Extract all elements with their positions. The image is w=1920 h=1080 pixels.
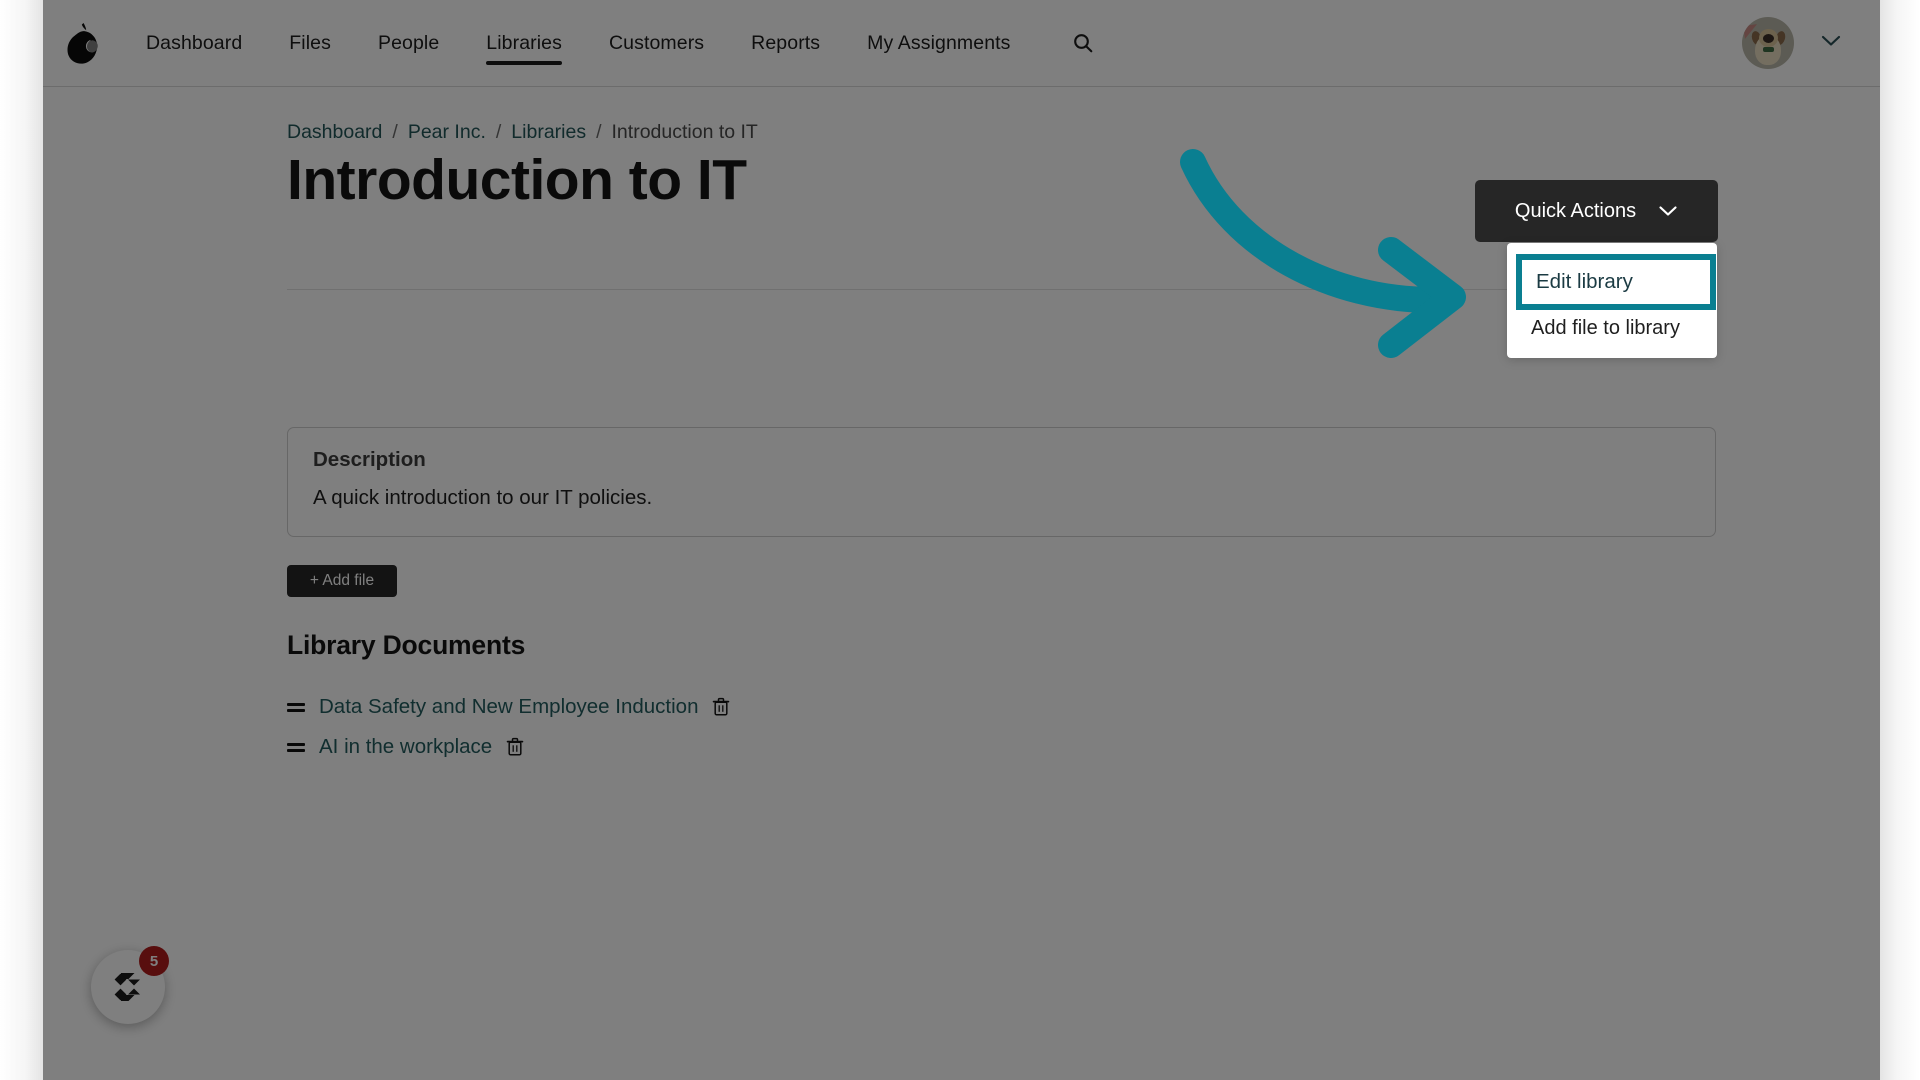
quick-actions-label: Quick Actions [1514, 199, 1637, 222]
avatar[interactable] [1742, 17, 1794, 69]
chat-logo-icon [114, 973, 140, 1001]
page-title: Introduction to IT [287, 148, 747, 212]
add-file-button[interactable]: + Add file [287, 565, 397, 597]
user-account-area [1742, 17, 1842, 69]
nav-label: My Assignments [867, 31, 1011, 54]
nav-label: Customers [608, 31, 705, 54]
highlight-label: Edit library [1536, 270, 1633, 293]
description-text: A quick introduction to our IT policies. [313, 486, 653, 509]
application-viewport: Dashboard Files People Libraries Custome… [43, 0, 1880, 1080]
chat-unread-badge: 5 [139, 946, 169, 976]
drag-handle-icon[interactable] [287, 700, 305, 714]
breadcrumb-separator: / [392, 121, 398, 143]
nav-item-my-assignments[interactable]: My Assignments [867, 0, 1010, 87]
drag-handle-icon[interactable] [287, 740, 305, 754]
top-navigation-bar: Dashboard Files People Libraries Custome… [43, 0, 1880, 87]
nav-item-people[interactable]: People [378, 0, 439, 87]
nav-label: Libraries [486, 31, 562, 54]
highlight-edit-library[interactable]: Edit library [1516, 254, 1716, 310]
chat-launcher-button[interactable]: 5 [91, 946, 169, 1024]
breadcrumb-separator: / [495, 121, 502, 143]
pear-logo-icon[interactable] [64, 21, 100, 65]
library-documents-heading: Library Documents [287, 630, 526, 660]
nav-item-customers[interactable]: Customers [609, 0, 704, 87]
breadcrumb: Dashboard / Pear Inc. / Libraries / Intr… [287, 121, 758, 144]
breadcrumb-item-current: Introduction to IT [611, 121, 758, 143]
breadcrumb-separator: / [596, 121, 602, 143]
nav-label: People [377, 31, 440, 54]
description-heading: Description [313, 448, 426, 471]
avatar-photo-part [1763, 47, 1774, 52]
title-divider [287, 289, 1716, 290]
primary-nav: Dashboard Files People Libraries Custome… [146, 0, 1100, 87]
library-documents-list: Data Safety and New Employee Induction A… [287, 687, 1187, 767]
trash-icon[interactable] [712, 697, 730, 717]
nav-label: Dashboard [146, 31, 243, 54]
page-gutter-left [0, 0, 43, 1080]
document-link[interactable]: AI in the workplace [319, 735, 492, 759]
nav-label: Files [289, 31, 331, 54]
breadcrumb-item-pear-inc[interactable]: Pear Inc. [408, 121, 486, 144]
nav-item-files[interactable]: Files [289, 0, 331, 87]
nav-item-dashboard[interactable]: Dashboard [146, 0, 242, 87]
document-link[interactable]: Data Safety and New Employee Induction [319, 695, 698, 719]
nav-item-libraries[interactable]: Libraries [486, 0, 562, 87]
trash-icon[interactable] [506, 737, 524, 757]
breadcrumb-item-dashboard[interactable]: Dashboard [287, 121, 382, 144]
avatar-photo-part [1763, 34, 1774, 43]
chevron-down-icon[interactable] [1820, 34, 1842, 53]
nav-item-reports[interactable]: Reports [751, 0, 820, 87]
chevron-down-icon [1658, 200, 1678, 223]
page-gutter-right [1880, 0, 1920, 1080]
list-item[interactable]: AI in the workplace [287, 727, 1187, 767]
breadcrumb-item-libraries[interactable]: Libraries [511, 121, 586, 144]
list-item[interactable]: Data Safety and New Employee Induction [287, 687, 1187, 727]
nav-label: Reports [751, 31, 821, 54]
screen-root: Dashboard Files People Libraries Custome… [0, 0, 1920, 1080]
quick-actions-button[interactable]: Quick Actions [1475, 180, 1718, 242]
description-card: Description A quick introduction to our … [287, 427, 1716, 537]
search-icon[interactable] [1066, 26, 1100, 60]
